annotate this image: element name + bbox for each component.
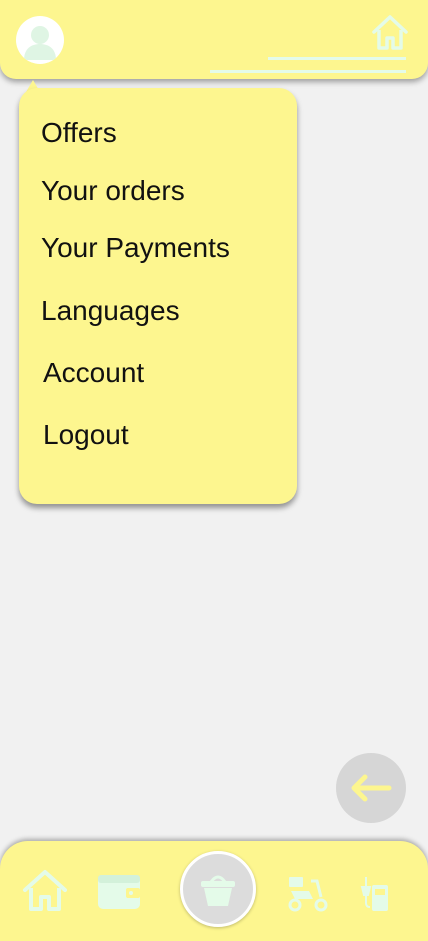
profile-avatar-button[interactable] xyxy=(16,16,64,64)
menu-item-offers[interactable]: Offers xyxy=(41,119,117,147)
menu-item-your-orders[interactable]: Your orders xyxy=(41,177,185,205)
menu-item-account[interactable]: Account xyxy=(43,359,144,387)
basket-icon xyxy=(201,875,235,906)
header-divider-line xyxy=(268,57,406,60)
back-button[interactable] xyxy=(336,753,406,823)
fuel-pump-icon[interactable] xyxy=(356,873,392,913)
header-divider-line xyxy=(210,70,406,73)
home-icon[interactable] xyxy=(22,868,68,912)
top-header xyxy=(0,0,428,79)
wallet-icon[interactable] xyxy=(96,873,142,911)
basket-nav-button[interactable] xyxy=(180,851,256,927)
bottom-nav-bar xyxy=(0,841,428,941)
scooter-icon[interactable] xyxy=(285,873,329,913)
menu-item-your-payments[interactable]: Your Payments xyxy=(41,234,230,262)
user-avatar-icon xyxy=(24,26,56,60)
profile-dropdown-menu: Offers Your orders Your Payments Languag… xyxy=(19,88,297,504)
home-icon[interactable] xyxy=(370,13,410,51)
arrow-left-icon xyxy=(351,774,392,802)
menu-item-languages[interactable]: Languages xyxy=(41,297,180,325)
menu-item-logout[interactable]: Logout xyxy=(43,421,129,449)
